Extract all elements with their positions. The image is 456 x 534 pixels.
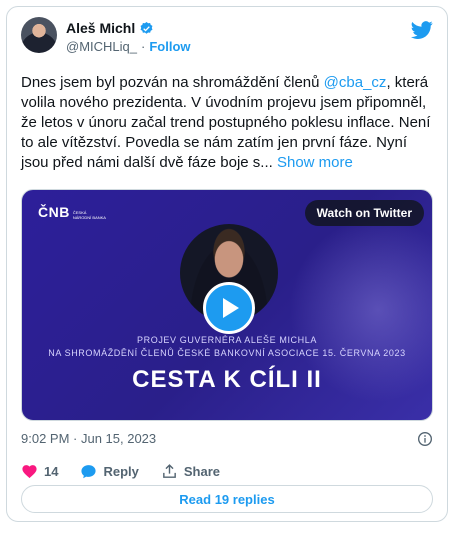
- info-icon[interactable]: [417, 431, 433, 447]
- heart-icon: [22, 464, 37, 478]
- reply-button[interactable]: Reply: [80, 463, 139, 480]
- timestamp[interactable]: 9:02 PM · Jun 15, 2023: [21, 431, 156, 446]
- read-replies-button[interactable]: Read 19 replies: [21, 485, 433, 513]
- video-caption-line1: PROJEV GUVERNÉRA ALEŠE MICHLA: [137, 335, 317, 345]
- author-handle[interactable]: @MICHLiq_: [66, 39, 137, 54]
- cnb-logo-text: ČESKÁ NÁRODNÍ BANKA: [73, 210, 106, 220]
- reply-bubble-icon: [81, 464, 97, 478]
- tweet-header: Aleš Michl @MICHLiq_ · Follow: [21, 17, 433, 61]
- cnb-logo: ČNB ČESKÁ NÁRODNÍ BANKA: [38, 204, 106, 220]
- like-count: 14: [44, 463, 59, 479]
- like-button[interactable]: 14: [21, 463, 58, 480]
- separator-dot: ·: [141, 39, 146, 54]
- author-name[interactable]: Aleš Michl: [66, 20, 135, 36]
- share-button[interactable]: Share: [161, 463, 220, 480]
- tweet-meta: 9:02 PM · Jun 15, 2023: [21, 431, 433, 451]
- cnb-logo-line2: NÁRODNÍ BANKA: [72, 215, 106, 220]
- author-handle-row: @MICHLiq_ · Follow: [66, 39, 191, 54]
- video-title: CESTA K CÍLI II: [132, 366, 322, 393]
- tweet-actions: 14 Reply Share: [21, 461, 242, 481]
- twitter-bird-icon[interactable]: [411, 19, 433, 41]
- tweet-text: Dnes jsem byl pozván na shromáždění člen…: [21, 73, 433, 173]
- cnb-logo-mark: ČNB: [38, 204, 70, 220]
- play-icon[interactable]: [203, 282, 255, 334]
- avatar[interactable]: [21, 17, 57, 53]
- share-label: Share: [183, 463, 221, 479]
- author-name-row: Aleš Michl: [66, 20, 154, 36]
- video-caption-line2: NA SHROMÁŽDĚNÍ ČLENŮ ČESKÉ BANKOVNÍ ASOC…: [48, 348, 406, 358]
- video-thumbnail[interactable]: ČNB ČESKÁ NÁRODNÍ BANKA Watch on Twitter…: [21, 189, 433, 421]
- watch-on-twitter-button[interactable]: Watch on Twitter: [304, 200, 424, 226]
- show-more-link[interactable]: Show more: [273, 154, 353, 171]
- follow-button[interactable]: Follow: [149, 39, 190, 54]
- reply-label: Reply: [103, 463, 139, 479]
- verified-badge-icon: [140, 21, 153, 34]
- tweet-text-before: Dnes jsem byl pozván na shromáždění člen…: [21, 74, 324, 91]
- tweet-card: Aleš Michl @MICHLiq_ · Follow Dnes jsem …: [6, 6, 448, 522]
- mention-link[interactable]: @cba_cz: [324, 74, 387, 91]
- share-icon: [163, 463, 176, 478]
